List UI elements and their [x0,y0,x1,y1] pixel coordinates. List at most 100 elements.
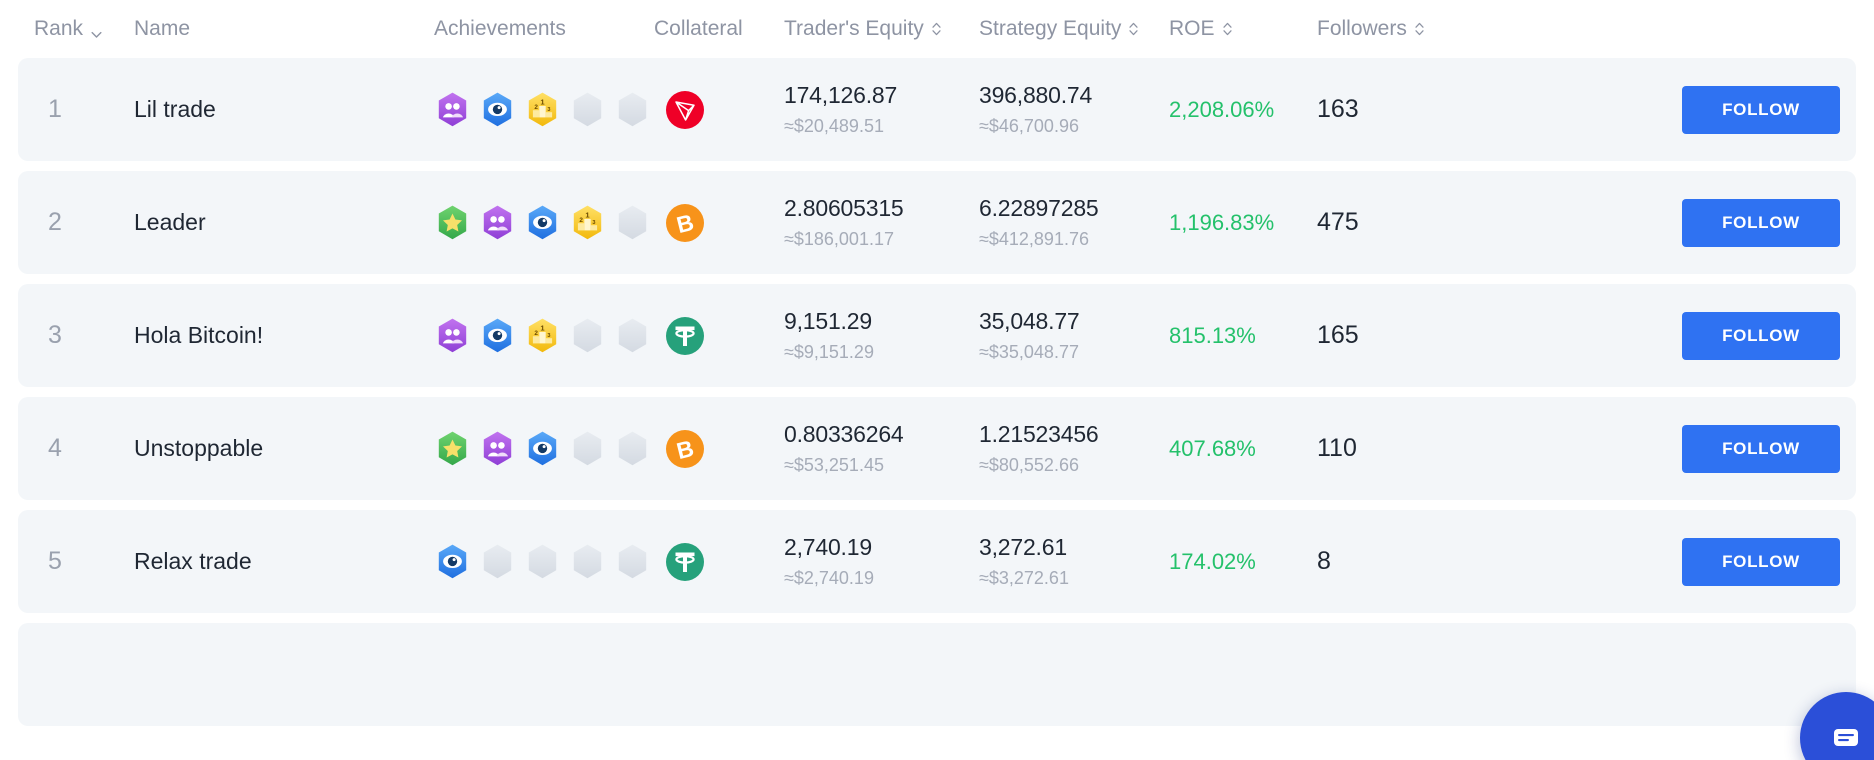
roe-value: 815.13% [1169,323,1289,349]
strategy-equity-value: 1.21523456 [979,421,1169,448]
traders-equity-value: 0.80336264 [784,421,979,448]
column-header-traders-equity[interactable]: Trader's Equity [784,17,979,41]
column-header-strategy-equity[interactable]: Strategy Equity [979,17,1169,41]
follow-button[interactable]: FOLLOW [1682,425,1840,473]
column-header-rank[interactable]: Rank [34,17,134,41]
achievement-badge-eye-icon [524,430,561,467]
achievement-badge-podium-icon: 123 [524,317,561,354]
traders-equity-usd: ≈$53,251.45 [784,455,979,476]
table-row[interactable]: 3Hola Bitcoin!1239,151.29≈$9,151.2935,04… [18,284,1856,387]
sort-updown-icon [1222,20,1233,38]
column-header-name-label: Name [134,17,190,41]
leaderboard-rows: 1Lil trade 123 174,126.87 ≈$20,489.51396,88… [18,58,1856,726]
column-header-achievements-label: Achievements [434,17,566,41]
traders-equity-cell: 9,151.29 ≈$9,151.29 [784,308,979,363]
svg-text:3: 3 [547,107,550,113]
trader-name[interactable]: Unstoppable [134,435,434,462]
followers-count: 8 [1289,547,1439,576]
roe-value: 407.68% [1169,436,1289,462]
roe-value: 1,196.83% [1169,210,1289,236]
strategy-equity-cell: 3,272.61≈$3,272.61 [979,534,1169,589]
action-cell: FOLLOW [1439,199,1840,247]
trader-leaderboard: Rank Name Achievements Collateral Trader… [0,0,1874,760]
trader-name[interactable]: Lil trade [134,96,434,123]
action-cell: FOLLOW [1439,425,1840,473]
collateral-cell [654,317,784,355]
traders-equity-value: 174,126.87 [784,82,979,109]
column-header-collateral-label: Collateral [654,17,743,41]
action-cell: FOLLOW [1439,312,1840,360]
follow-button[interactable]: FOLLOW [1682,312,1840,360]
sort-updown-icon [1414,20,1425,38]
achievement-badge-eye-icon [524,204,561,241]
strategy-equity-cell: 35,048.77 ≈$35,048.77 [979,308,1169,363]
strategy-equity-usd: ≈$35,048.77 [979,342,1169,363]
achievements-list: 123 [434,204,654,241]
column-header-collateral: Collateral [654,17,784,41]
achievement-badge-people-icon [479,204,516,241]
rank-value: 5 [34,547,134,576]
sort-updown-icon [1128,20,1139,38]
achievement-badge-empty-icon [614,91,651,128]
collateral-cell: B [654,430,784,468]
strategy-equity-value: 396,880.74 [979,82,1169,109]
table-row[interactable]: 2Leader123B2.80605315≈$186,001.176.22897… [18,171,1856,274]
svg-text:2: 2 [534,330,538,337]
roe-value: 2,208.06% [1169,97,1289,123]
achievement-badge-empty-icon [614,543,651,580]
table-row[interactable]: 1Lil trade 123 174,126.87 ≈$20,489.51396,88… [18,58,1856,161]
achievement-badge-empty-icon [479,543,516,580]
action-cell: FOLLOW [1439,86,1840,134]
traders-equity-value: 2,740.19 [784,534,979,561]
achievement-badge-star-icon [434,204,471,241]
column-header-traders-equity-label: Trader's Equity [784,17,924,41]
trader-name[interactable]: Hola Bitcoin! [134,322,434,349]
followers-count: 475 [1289,208,1439,237]
column-header-name: Name [134,17,434,41]
collateral-cell: B [654,204,784,242]
achievements-list [434,543,654,580]
achievement-badge-empty-icon [569,91,606,128]
traders-equity-usd: ≈$20,489.51 [784,116,979,137]
achievement-badge-people-icon [434,317,471,354]
strategy-equity-cell: 396,880.74≈$46,700.96 [979,82,1169,137]
trader-name[interactable]: Leader [134,209,434,236]
achievement-badge-eye-icon [434,543,471,580]
strategy-equity-value: 3,272.61 [979,534,1169,561]
achievement-badge-eye-icon [479,91,516,128]
coin-bitcoin-icon: B [666,430,704,468]
collateral-cell [654,91,784,129]
traders-equity-usd: ≈$9,151.29 [784,342,979,363]
table-row[interactable]: 4UnstoppableB0.80336264≈$53,251.451.2152… [18,397,1856,500]
achievement-badge-empty-icon [569,430,606,467]
traders-equity-cell: 2.80605315≈$186,001.17 [784,195,979,250]
achievements-list: 123 [434,317,654,354]
achievement-badge-podium-icon: 123 [524,91,561,128]
traders-equity-value: 9,151.29 [784,308,979,335]
strategy-equity-value: 35,048.77 [979,308,1169,335]
chat-icon [1827,719,1865,757]
achievement-badge-star-icon [434,430,471,467]
rank-value: 1 [34,95,134,124]
column-header-achievements: Achievements [434,17,654,41]
followers-count: 163 [1289,95,1439,124]
table-row[interactable]: 5Relax trade2,740.19≈$2,740.193,272.61≈$… [18,510,1856,613]
table-row[interactable] [18,623,1856,726]
coin-tether-icon [666,317,704,355]
action-cell: FOLLOW [1439,538,1840,586]
achievement-badge-empty-icon [524,543,561,580]
follow-button[interactable]: FOLLOW [1682,538,1840,586]
coin-tether-icon [666,543,704,581]
trader-name[interactable]: Relax trade [134,548,434,575]
achievement-badge-people-icon [479,430,516,467]
achievement-badge-empty-icon [614,430,651,467]
svg-text:3: 3 [592,220,595,226]
chevron-down-icon [90,23,103,36]
achievements-list: 123 [434,91,654,128]
follow-button[interactable]: FOLLOW [1682,86,1840,134]
column-header-roe[interactable]: ROE [1169,17,1289,41]
sort-updown-icon [931,20,942,38]
follow-button[interactable]: FOLLOW [1682,199,1840,247]
traders-equity-usd: ≈$186,001.17 [784,229,979,250]
column-header-followers[interactable]: Followers [1289,17,1439,41]
